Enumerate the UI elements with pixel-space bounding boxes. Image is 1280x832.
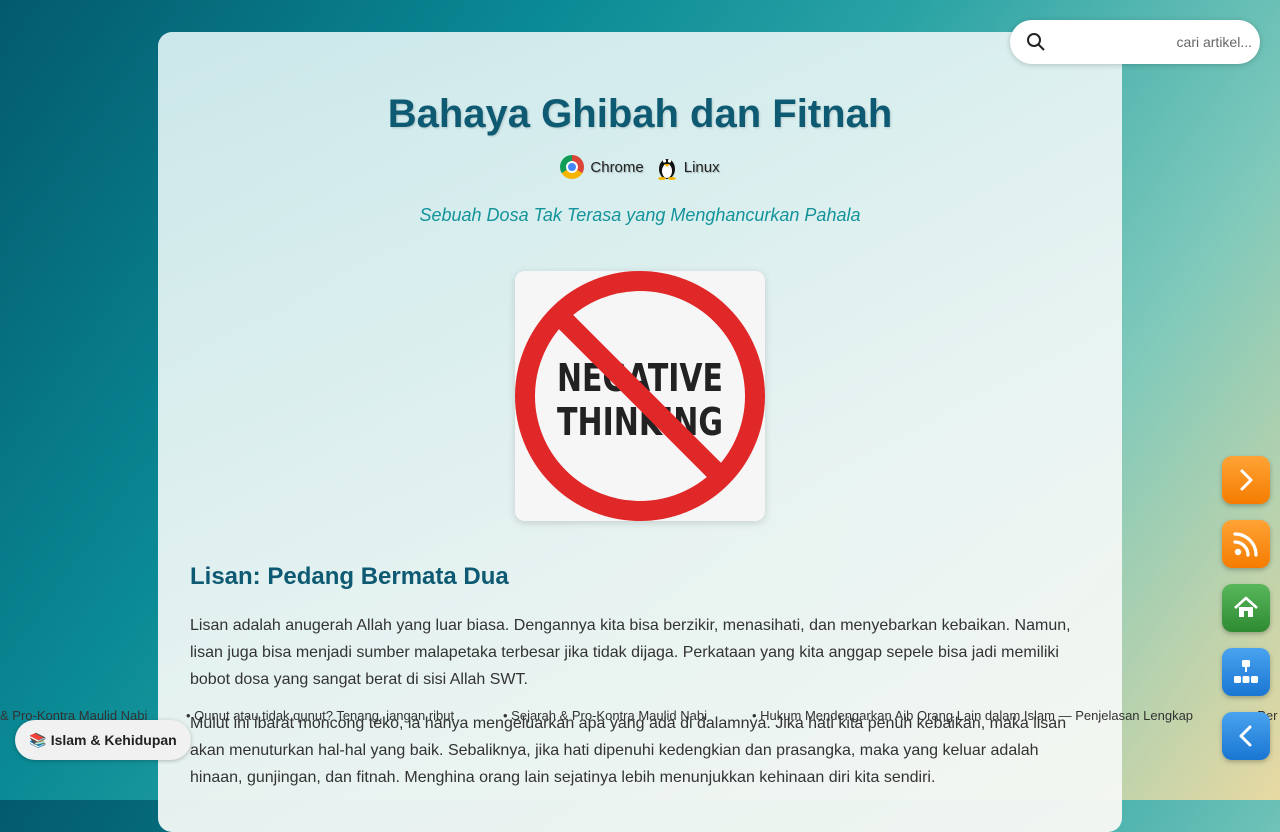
meta-browser-label: Chrome xyxy=(590,158,644,176)
section-heading: Lisan: Pedang Bermata Dua xyxy=(190,563,509,590)
ticker-item[interactable]: • Hukum Mendengarkan Aib Orang Lain dala… xyxy=(752,708,1193,723)
hero-image: NEGATIVE THINKING xyxy=(515,271,765,521)
category-badge[interactable]: 📚 Islam & Kehidupan xyxy=(15,720,191,760)
page-title: Bahaya Ghibah dan Fitnah xyxy=(387,92,893,136)
chevron-left-icon xyxy=(1239,725,1252,747)
meta-os-label: Linux xyxy=(683,158,720,176)
no-negative-thinking-icon: NEGATIVE THINKING xyxy=(515,271,765,521)
sitemap-icon xyxy=(1234,660,1258,683)
category-label: Islam & Kehidupan xyxy=(50,732,177,748)
article-paragraph: Lisan adalah anugerah Allah yang luar bi… xyxy=(190,617,1071,688)
books-icon: 📚 xyxy=(29,731,47,748)
sitemap-button[interactable] xyxy=(1222,648,1270,696)
back-button[interactable] xyxy=(1222,712,1270,760)
rss-button[interactable] xyxy=(1222,520,1270,568)
meta-os: Linux xyxy=(656,154,720,180)
meta-browser: Chrome xyxy=(560,155,644,179)
home-icon xyxy=(1234,596,1258,617)
search-box[interactable] xyxy=(1010,20,1260,64)
chrome-icon xyxy=(560,155,585,179)
article-subtitle: Sebuah Dosa Tak Terasa yang Menghancurka… xyxy=(419,205,861,225)
search-input[interactable] xyxy=(1070,33,1254,51)
home-button[interactable] xyxy=(1222,584,1270,632)
news-ticker: & Pro-Kontra Maulid Nabi • Qunut atau ti… xyxy=(0,706,1280,726)
ticker-item[interactable]: • Qunut atau tidak qunut? Tenang, jangan… xyxy=(186,708,454,723)
rss-icon xyxy=(1233,532,1258,557)
chevron-right-icon xyxy=(1240,469,1253,491)
ticker-item[interactable]: • Sejarah & Pro-Kontra Maulid Nabi xyxy=(503,708,707,723)
article-meta: Chrome Linux xyxy=(158,154,1122,180)
next-button[interactable] xyxy=(1222,456,1270,504)
linux-tux-icon xyxy=(657,159,676,180)
search-icon xyxy=(1027,33,1045,51)
